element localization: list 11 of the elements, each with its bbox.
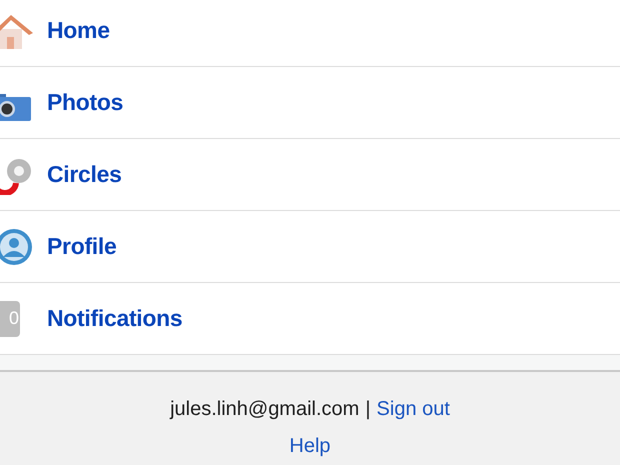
help-link[interactable]: Help <box>289 435 331 458</box>
account-email: jules.linh@gmail.com <box>170 398 360 421</box>
separator: | <box>365 398 371 421</box>
nav-link[interactable]: Home <box>47 17 110 44</box>
count-badge: 0 <box>0 300 20 336</box>
nav-link[interactable]: Photos <box>47 89 124 116</box>
nav-link[interactable]: Profile <box>47 233 116 260</box>
sign-out-link[interactable]: Sign out <box>376 398 450 421</box>
nav-link[interactable]: Notifications <box>47 305 182 332</box>
nav-link[interactable]: Circles <box>47 161 122 188</box>
profile-icon <box>0 226 34 266</box>
